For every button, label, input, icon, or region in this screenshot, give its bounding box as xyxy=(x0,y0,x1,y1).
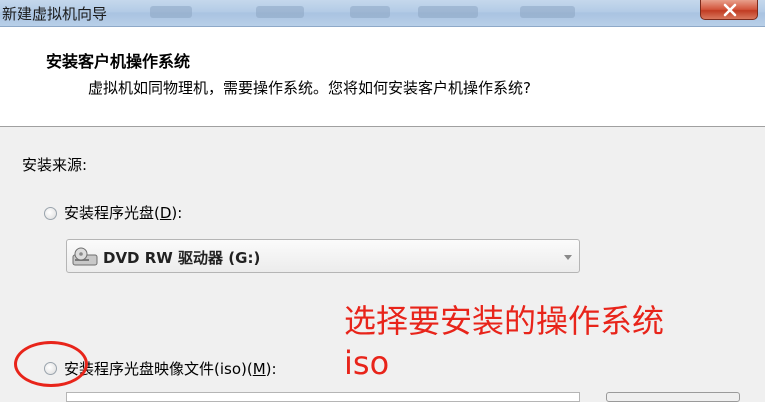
chevron-down-icon[interactable] xyxy=(564,255,572,260)
red-annotation-text: 选择要安装的操作系统 iso xyxy=(344,302,665,382)
install-source-label: 安装来源: xyxy=(22,156,88,174)
browse-button[interactable] xyxy=(606,392,740,402)
title-bar[interactable]: 新建虚拟机向导 xyxy=(0,0,765,27)
accelerator-key: M xyxy=(252,360,266,378)
blurred-titlebar-region xyxy=(150,6,192,18)
disc-drive-dropdown[interactable]: DVD RW 驱动器 (G:) xyxy=(66,239,580,273)
radio-install-disc[interactable] xyxy=(44,207,57,220)
blurred-titlebar-region xyxy=(418,6,478,18)
page-title: 安装客户机操作系统 xyxy=(46,52,191,71)
dropdown-selected-value: DVD RW 驱动器 (G:) xyxy=(103,249,261,267)
iso-path-input[interactable] xyxy=(66,392,580,402)
close-icon xyxy=(723,3,737,17)
option-install-iso-label[interactable]: 安装程序光盘映像文件(iso)(M): xyxy=(64,358,277,379)
close-button[interactable] xyxy=(700,0,758,20)
accelerator-key: D xyxy=(159,204,172,222)
blurred-titlebar-region xyxy=(256,6,304,18)
dvd-drive-icon xyxy=(72,247,98,266)
window-title: 新建虚拟机向导 xyxy=(2,5,108,23)
wizard-header: 安装客户机操作系统 虚拟机如同物理机，需要操作系统。您将如何安装客户机操作系统? xyxy=(0,27,765,127)
blurred-titlebar-region xyxy=(520,6,575,18)
blurred-titlebar-region xyxy=(350,6,390,18)
red-highlight-circle xyxy=(14,341,88,387)
option-install-disc-label[interactable]: 安装程序光盘(D): xyxy=(64,202,182,223)
page-subtitle: 虚拟机如同物理机，需要操作系统。您将如何安装客户机操作系统? xyxy=(88,79,531,97)
